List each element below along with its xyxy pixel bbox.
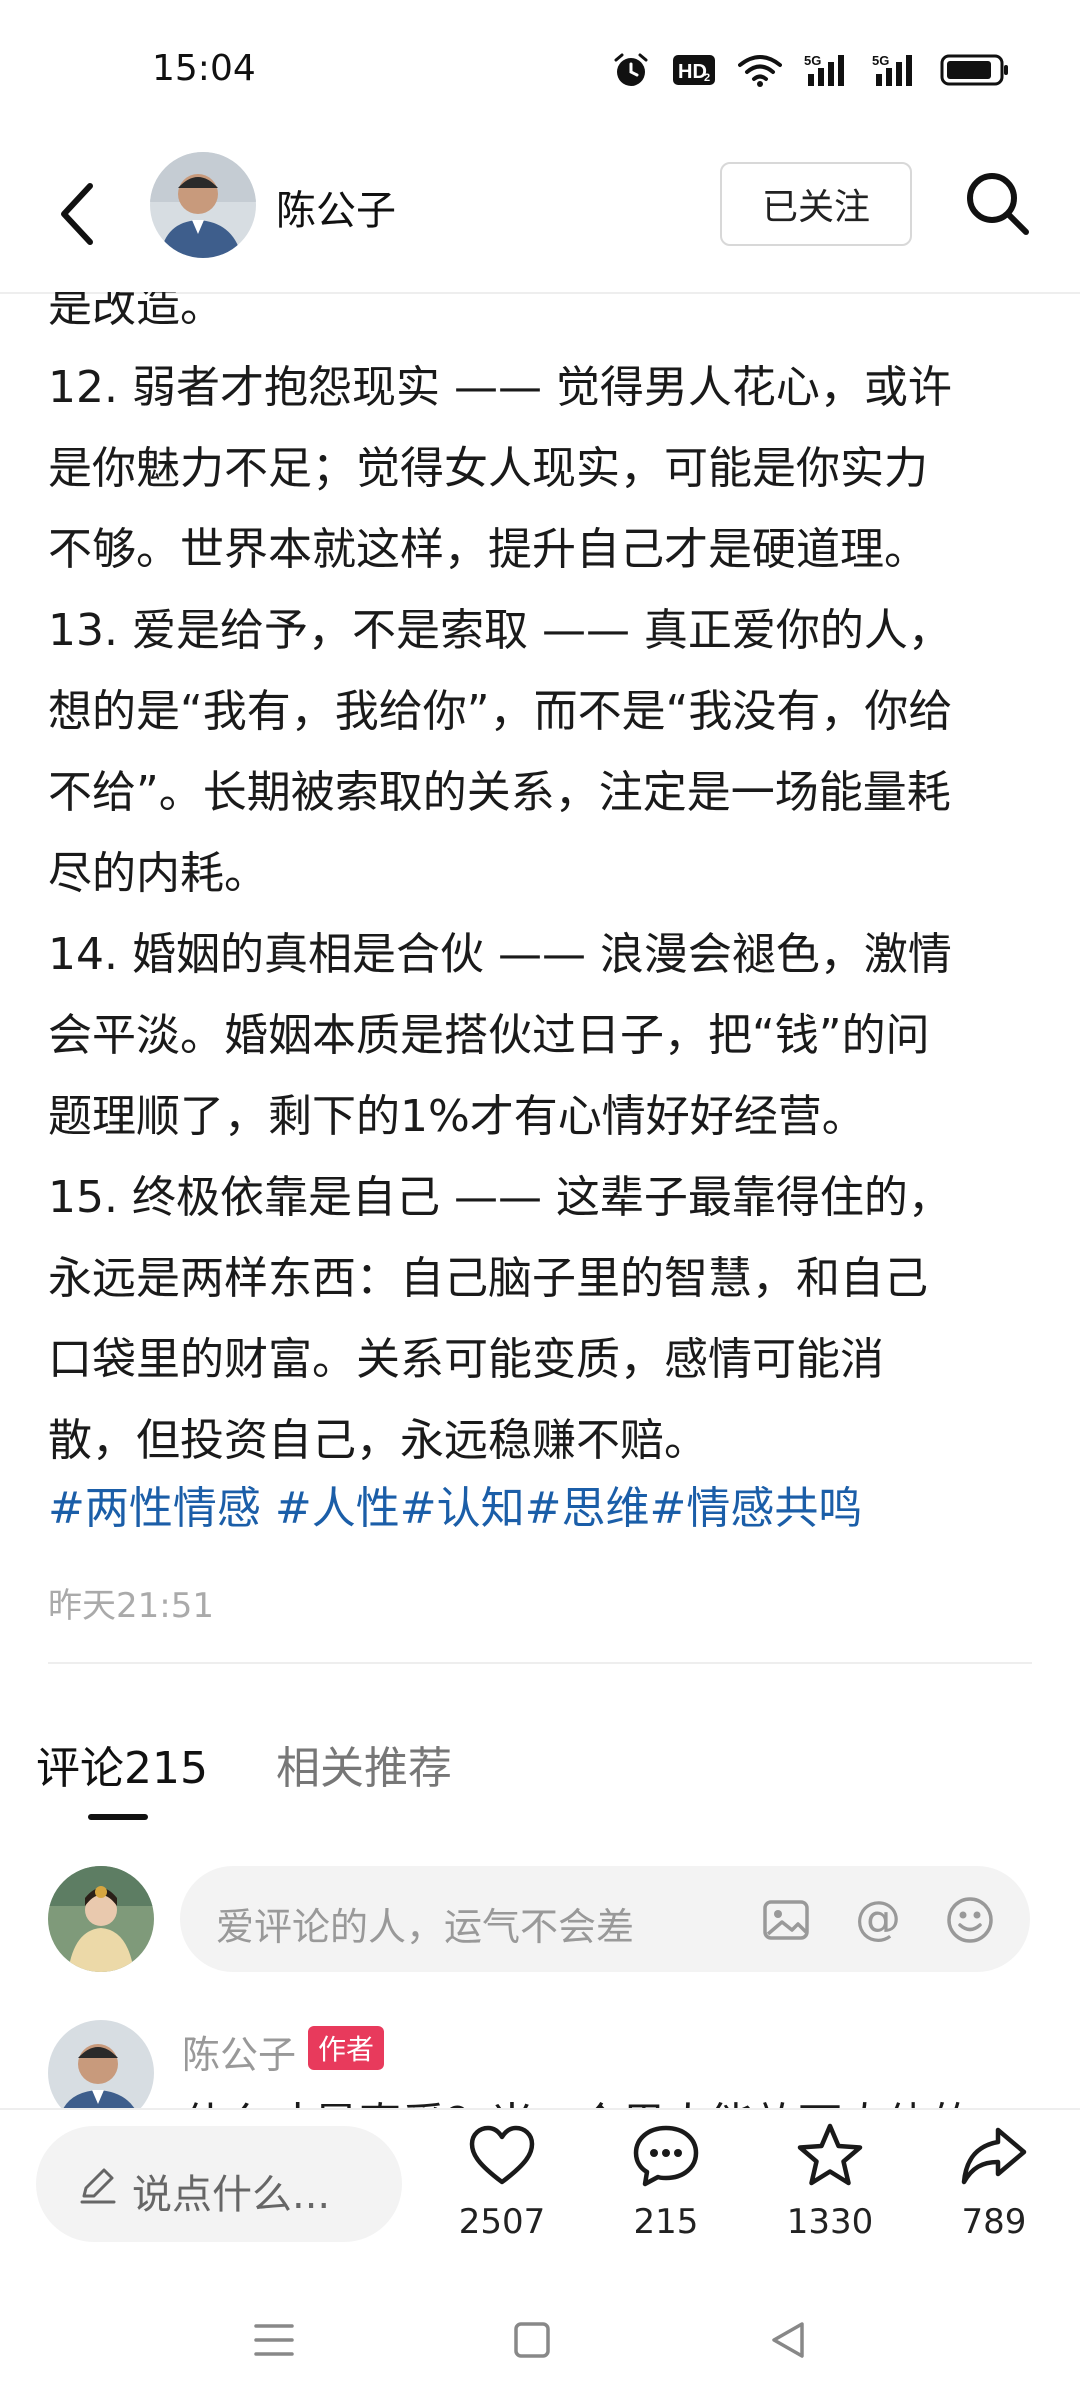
article-line: 尽的内耗。	[48, 848, 268, 899]
mention-glyph: @	[855, 1894, 901, 1945]
hashtag-link[interactable]: #思维	[525, 1483, 650, 1534]
say-something-input[interactable]: 说点什么...	[36, 2126, 402, 2242]
article-line: 是改造。	[48, 292, 224, 332]
article-line: 13. 爱是给予，不是索取 —— 真正爱你的人，	[48, 605, 952, 656]
status-bar: 15:04 HD 2 5G 5G	[0, 0, 1080, 140]
search-icon[interactable]	[958, 164, 1038, 244]
favorite-button[interactable]: 1330	[770, 2120, 890, 2270]
comment-input[interactable]: 爱评论的人，运气不会差 @	[180, 1866, 1030, 1972]
status-time: 15:04	[152, 48, 256, 89]
top-bar: 陈公子 已关注	[0, 140, 1080, 294]
star-icon	[797, 2123, 863, 2186]
back-triangle-icon[interactable]	[764, 2316, 812, 2364]
hashtag-list: #两性情感 #人性#认知#思维#情感共鸣	[48, 1472, 1038, 1536]
comment-button[interactable]: 215	[606, 2120, 726, 2270]
hd-icon: HD 2	[673, 55, 715, 85]
image-icon[interactable]	[760, 1894, 812, 1946]
signal2-label: 5G	[872, 53, 889, 68]
say-placeholder: 说点什么...	[132, 2172, 331, 2218]
menu-icon[interactable]	[250, 2316, 298, 2364]
tab-active-indicator	[88, 1814, 148, 1820]
author-avatar[interactable]	[150, 152, 256, 258]
author-name[interactable]: 陈公子	[276, 178, 396, 236]
status-icons: HD 2 5G 5G	[612, 50, 1010, 90]
article-line: 会平淡。婚姻本质是搭伙过日子，把“钱”的问	[48, 1010, 930, 1061]
system-nav-bar	[0, 2276, 1080, 2400]
article-line: 想的是“我有，我给你”，而不是“我没有，你给	[48, 686, 953, 737]
alarm-icon	[614, 53, 648, 86]
hashtag-link[interactable]: #人性	[275, 1483, 400, 1534]
article-line: 15. 终极依靠是自己 —— 这辈子最靠得住的，	[48, 1172, 952, 1223]
follow-button[interactable]: 已关注	[720, 162, 912, 246]
article-line: 不够。世界本就这样，提升自己才是硬道理。	[48, 524, 928, 575]
my-avatar[interactable]	[48, 1866, 154, 1972]
post-content[interactable]: 是改造。 12. 弱者才抱怨现实 —— 觉得男人花心，或许 是你魅力不足；觉得女…	[0, 292, 1080, 2108]
article-line: 题理顺了，剩下的1%才有心情好好经营。	[48, 1091, 866, 1142]
pen-icon	[80, 2168, 116, 2204]
signal-5g-icon: 5G	[872, 53, 912, 86]
share-count: 789	[961, 2202, 1027, 2242]
signal-5g-icon: 5G	[804, 53, 844, 86]
favorite-count: 1330	[786, 2202, 874, 2242]
article-line: 永远是两样东西：自己脑子里的智慧，和自己	[48, 1253, 928, 1304]
tab-related[interactable]: 相关推荐	[276, 1732, 452, 1796]
article-line: 14. 婚姻的真相是合伙 —— 浪漫会褪色，激情	[48, 929, 952, 980]
article-line: 是你魅力不足；觉得女人现实，可能是你实力	[48, 443, 928, 494]
back-button[interactable]	[50, 174, 110, 254]
emoji-icon[interactable]	[944, 1894, 996, 1946]
heart-icon	[469, 2125, 535, 2185]
hd-label: HD	[678, 61, 707, 83]
share-arrow-icon	[961, 2127, 1027, 2185]
author-badge: 作者	[308, 2026, 385, 2070]
comment-text: 什么才是真爱？当一个男人能放下肉体的	[182, 2088, 974, 2108]
tab-comments[interactable]: 评论215	[36, 1732, 208, 1796]
like-button[interactable]: 2507	[442, 2120, 562, 2270]
share-button[interactable]: 789	[934, 2120, 1054, 2270]
hd-sub-label: 2	[704, 72, 710, 84]
comment-count: 215	[633, 2202, 699, 2242]
divider	[48, 1662, 1032, 1664]
home-icon[interactable]	[508, 2316, 556, 2364]
comment-placeholder: 爱评论的人，运气不会差	[216, 1905, 635, 1949]
article-line: 口袋里的财富。关系可能变质，感情可能消	[48, 1334, 884, 1385]
commenter-avatar[interactable]	[48, 2020, 154, 2108]
post-timestamp: 昨天21:51	[48, 1586, 214, 1626]
mention-icon[interactable]: @	[852, 1894, 904, 1946]
signal1-label: 5G	[804, 53, 821, 68]
article-line: 不给”。长期被索取的关系，注定是一场能量耗	[48, 767, 951, 818]
battery-icon	[940, 54, 1008, 86]
article-line: 散，但投资自己，永远稳赚不赔。	[48, 1415, 708, 1466]
article-body: 是改造。 12. 弱者才抱怨现实 —— 觉得男人花心，或许 是你魅力不足；觉得女…	[48, 292, 1038, 1481]
wifi-icon	[738, 55, 782, 87]
like-count: 2507	[458, 2202, 546, 2242]
hashtag-link[interactable]: #认知	[400, 1483, 525, 1534]
hashtag-link[interactable]: #情感共鸣	[649, 1483, 862, 1534]
commenter-name[interactable]: 陈公子	[182, 2024, 296, 2079]
article-line: 12. 弱者才抱怨现实 —— 觉得男人花心，或许	[48, 362, 952, 413]
bottom-action-bar: 说点什么... 2507 215 1330 789	[0, 2108, 1080, 2278]
hashtag-link[interactable]: #两性情感	[48, 1483, 275, 1534]
comment-bubble-icon	[633, 2125, 699, 2187]
